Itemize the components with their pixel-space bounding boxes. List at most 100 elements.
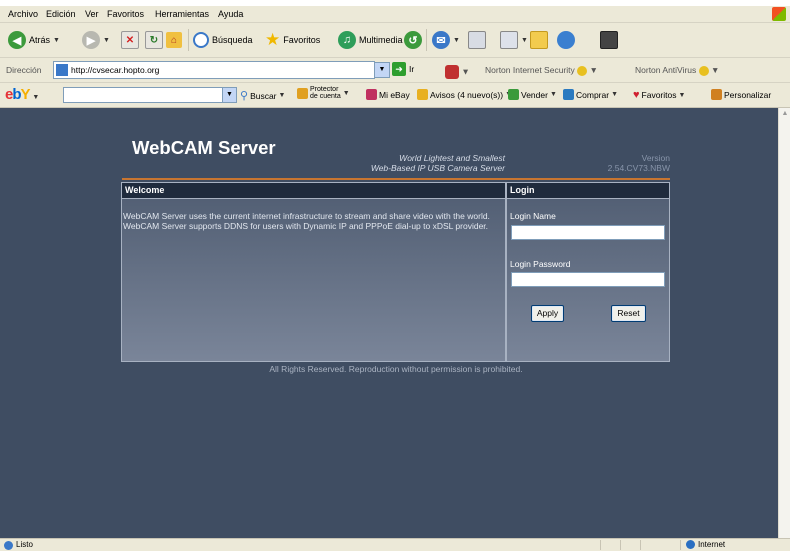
buy-label: Comprar [576,89,610,100]
chevron-down-icon: ▼ [521,36,528,44]
sell-button[interactable]: Vender ▼ [508,89,557,100]
heart-icon: ♥ [633,89,640,101]
go-button[interactable]: ➜ Ir [392,62,414,76]
customize-button[interactable]: Personalizar [711,89,771,100]
search-icon [193,32,209,48]
star-icon: ★ [265,30,281,49]
forward-button[interactable]: ▶ ▼ [82,29,110,51]
forward-arrow-icon: ▶ [82,31,100,49]
edit-icon [500,31,518,49]
welcome-text: WebCAM Server uses the current internet … [123,211,503,231]
back-label: Atrás [29,35,51,45]
favorites-button[interactable]: ★ Favoritos [265,29,320,51]
folder-button[interactable] [530,29,548,51]
page-status-icon [4,541,13,550]
research-icon [600,31,618,49]
research-button[interactable] [600,29,618,51]
status-divider [600,540,601,550]
alerts-button[interactable]: Avisos (4 nuevo(s)) ▼ [417,89,512,100]
apply-button[interactable]: Apply [531,305,564,322]
norton-antivirus-icon [698,65,709,76]
edit-button[interactable]: ▼ [500,29,528,51]
protector-line1: Protector [310,86,339,93]
history-icon: ↺ [404,31,422,49]
tagline-line2: Web-Based IP USB Camera Server [370,163,505,173]
version-label: Version [641,153,670,163]
page-tagline: World Lightest and Smallest Web-Based IP… [340,153,505,173]
menu-favoritos[interactable]: Favoritos [107,9,144,19]
back-button[interactable]: ◀ Atrás ▼ [8,29,60,51]
menu-herramientas[interactable]: Herramientas [155,9,209,19]
login-name-input[interactable] [511,225,665,240]
norton-shield-icon[interactable]: ▼ [445,65,470,79]
account-protector-button[interactable]: Protector de cuenta ▼ [297,86,350,100]
stop-icon: ✕ [121,31,139,49]
status-divider [620,540,621,550]
ebay-favorites-button[interactable]: ♥ Favoritos ▼ [633,89,685,101]
sell-icon [508,89,519,100]
menu-edicion[interactable]: Edición [46,9,76,19]
reset-button[interactable]: Reset [611,305,646,322]
messenger-icon [557,31,575,49]
folder-icon [530,31,548,49]
security-zone: Internet [686,540,725,549]
menu-ayuda[interactable]: Ayuda [218,9,243,19]
login-header: Login [507,183,669,199]
norton-internet-security[interactable]: Norton Internet Security ▼ [485,65,598,76]
mail-icon: ✉ [432,31,450,49]
messenger-button[interactable] [557,29,575,51]
tagline-line1: World Lightest and Smallest [399,153,505,163]
toolbar-separator [188,29,189,51]
ebay-favorites-label: Favoritos [641,90,677,100]
print-button[interactable] [468,29,486,51]
my-ebay-button[interactable]: Mi eBay [366,89,410,100]
sell-label: Vender [521,89,548,100]
shield-icon [297,87,308,99]
magnifier-icon: ⚲ [240,90,249,102]
vertical-scrollbar[interactable]: ▲ [778,108,790,538]
scroll-up-icon[interactable]: ▲ [780,109,790,119]
ebay-logo[interactable]: ebY ▼ [5,86,39,103]
search-button[interactable]: Búsqueda [193,29,253,51]
go-label: Ir [409,64,415,74]
norton-security-icon [577,65,588,76]
address-url: http://cvsecar.hopto.org [71,65,160,75]
ebay-search-input[interactable] [63,87,223,103]
customize-label: Personalizar [724,89,772,100]
address-input[interactable]: http://cvsecar.hopto.org [53,61,375,79]
login-name-label: Login Name [510,211,556,221]
refresh-button[interactable]: ↻ [145,29,163,51]
refresh-icon: ↻ [145,31,163,49]
menu-archivo[interactable]: Archivo [8,9,38,19]
history-button[interactable]: ↺ [404,29,422,51]
globe-icon [686,540,695,549]
header-divider [122,178,670,180]
home-button[interactable]: ⌂ [166,29,182,51]
alerts-label: Avisos (4 nuevo(s)) [430,89,504,100]
menu-bar: Archivo Edición Ver Favoritos Herramient… [0,6,790,23]
login-password-input[interactable] [511,272,665,287]
home-icon: ⌂ [166,32,182,48]
zone-label: Internet [698,540,726,549]
protector-line2: de cuenta [310,93,341,100]
welcome-paragraph-2: WebCAM Server supports DDNS for users wi… [123,220,489,231]
address-dropdown-button[interactable]: ▼ [374,62,390,78]
menu-ver[interactable]: Ver [85,9,99,19]
norton-antivirus[interactable]: Norton AntiVirus ▼ [635,65,719,76]
search-label: Búsqueda [212,35,253,45]
login-password-label: Login Password [510,259,571,269]
norton-security-label: Norton Internet Security [485,65,575,75]
ebay-toolbar: ebY ▼ ▼ ⚲ Buscar ▼ Protector de cuenta ▼… [0,83,790,108]
back-arrow-icon: ◀ [8,31,26,49]
ebay-search-button[interactable]: ⚲ Buscar ▼ [240,89,285,102]
status-text: Listo [16,540,33,549]
page-icon [56,64,68,76]
favorites-label: Favoritos [283,35,321,45]
ebay-search-dropdown[interactable]: ▼ [222,87,237,103]
buy-button[interactable]: Comprar ▼ [563,89,618,100]
mail-button[interactable]: ✉ ▼ [432,29,460,51]
standard-toolbar: ◀ Atrás ▼ ▶ ▼ ✕ ↻ ⌂ Búsqueda ★ Favoritos… [0,23,790,58]
stop-button[interactable]: ✕ [121,29,139,51]
page-title: WebCAM Server [132,137,276,158]
multimedia-button[interactable]: ♫ Multimedia [338,29,403,51]
